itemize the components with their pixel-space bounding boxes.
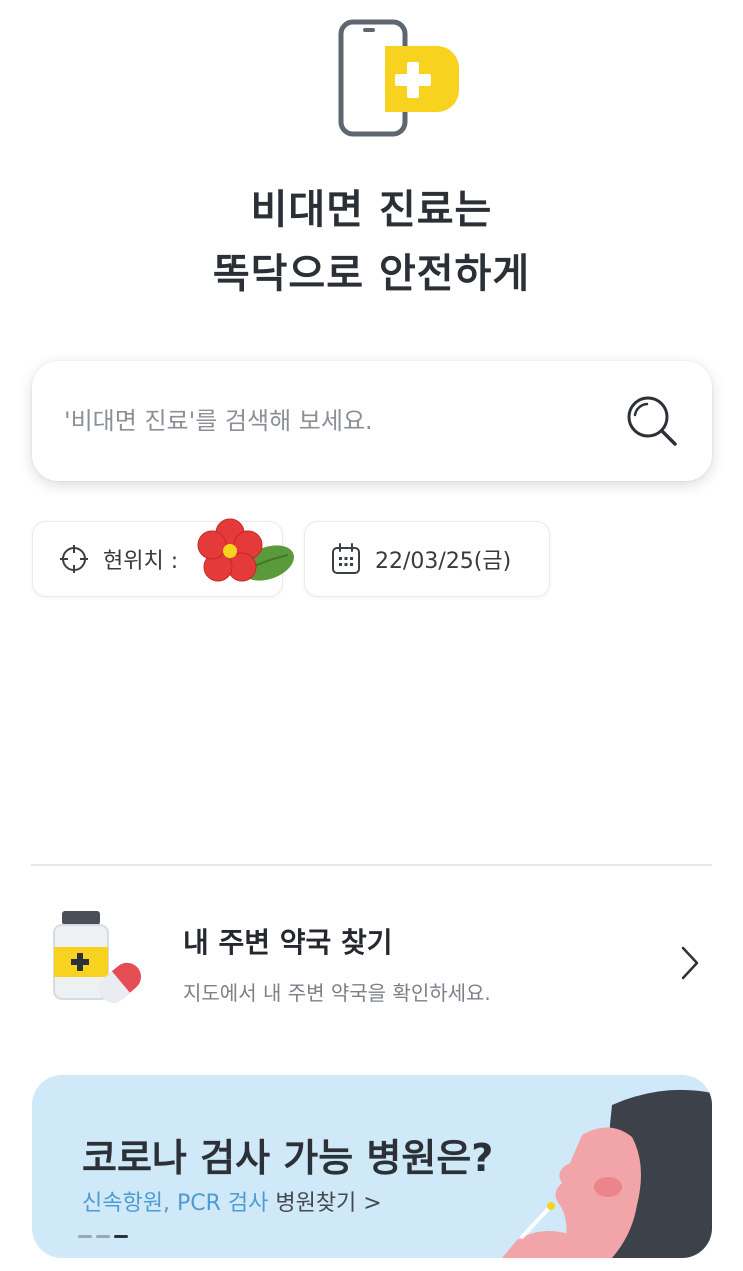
search-bar[interactable]	[32, 361, 712, 481]
calendar-icon	[332, 543, 360, 574]
home-screen: 비대면 진료는 똑닥으로 안전하게 현위치 :	[0, 0, 743, 1271]
section-divider	[31, 864, 712, 866]
search-input[interactable]	[64, 407, 622, 435]
chevron-right-icon[interactable]	[678, 943, 702, 983]
hero-line-2: 똑닥으로 안전하게	[212, 251, 531, 297]
nearby-pharmacy-card[interactable]: 내 주변 약국 찾기 지도에서 내 주변 약국을 확인하세요.	[30, 895, 720, 1025]
banner-subtitle-rest: 병원찾기 >	[268, 1191, 382, 1216]
app-logo-icon	[338, 19, 459, 137]
pager-dot	[96, 1235, 110, 1238]
hero-line-1: 비대면 진료는	[250, 187, 493, 233]
medicine-bottle-icon	[53, 911, 142, 1004]
person-swab-illustration	[502, 1089, 712, 1258]
pharmacy-title: 내 주변 약국 찾기	[183, 926, 393, 959]
crosshair-icon	[60, 545, 88, 573]
banner-subtitle[interactable]: 신속항원, PCR 검사 병원찾기 >	[82, 1185, 382, 1217]
banner-subtitle-highlight: 신속항원, PCR 검사	[82, 1191, 269, 1216]
location-label: 현위치 :	[103, 549, 179, 574]
pager-dot-active	[114, 1235, 128, 1238]
date-label: 22/03/25(금)	[375, 549, 512, 574]
covid-test-banner[interactable]: 코로나 검사 가능 병원은? 신속항원, PCR 검사 병원찾기 >	[32, 1075, 712, 1258]
pager-dot	[78, 1235, 92, 1238]
flower-sticker-icon	[197, 518, 294, 582]
date-chip[interactable]: 22/03/25(금)	[304, 521, 550, 597]
pharmacy-subtitle: 지도에서 내 주변 약국을 확인하세요.	[183, 981, 491, 1005]
hero-headline: 비대면 진료는 똑닥으로 안전하게	[0, 178, 743, 306]
search-icon[interactable]	[622, 391, 682, 451]
banner-pager	[78, 1235, 128, 1238]
